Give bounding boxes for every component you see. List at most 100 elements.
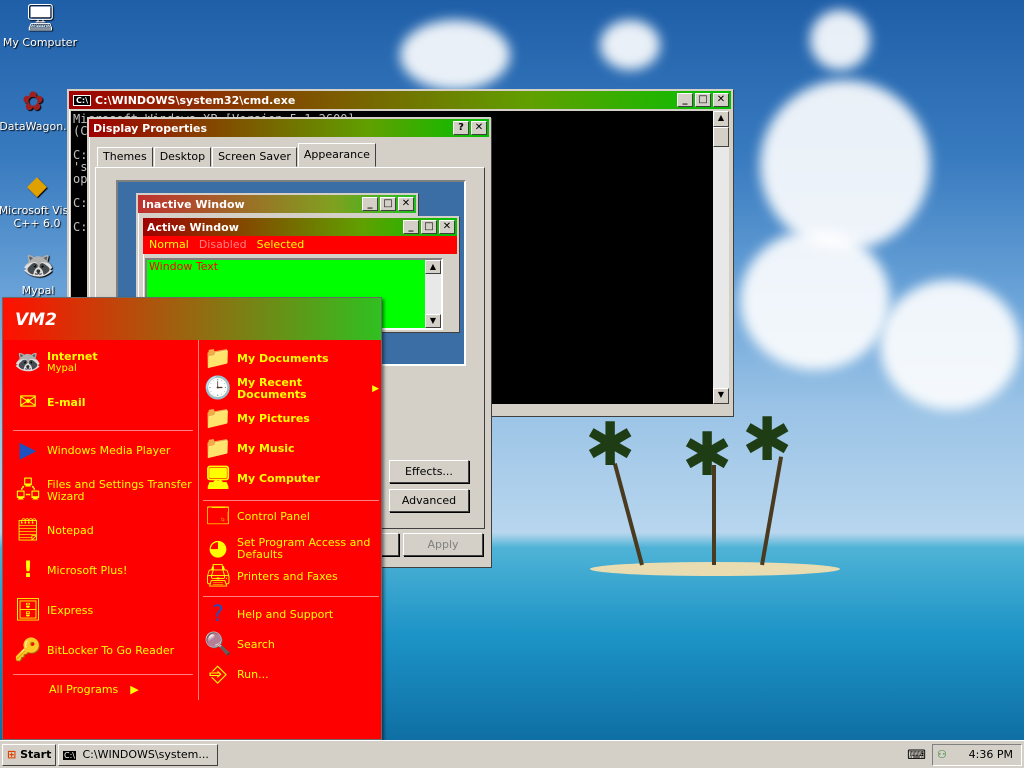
desktop-icon-my-computer[interactable]: 🖥 My Computer — [0, 2, 80, 49]
recent-documents-icon: 🕒 — [204, 376, 232, 401]
separator — [13, 674, 193, 675]
program-defaults-icon: ◕ — [208, 536, 228, 561]
start-menu: VM2 🦝 Internet Mypal ✉ E-mail ▶ Windows M… — [2, 297, 382, 740]
transfer-wizard-icon: 🖧 — [15, 478, 41, 503]
windows-logo-icon: ⊞ — [7, 748, 17, 761]
desktop-icon-label: My Computer — [2, 36, 78, 49]
cmd-titlebar[interactable]: C:\ C:\WINDOWS\system32\cmd.exe _ □ ✕ — [69, 91, 731, 109]
cloud — [600, 20, 660, 70]
all-programs-button[interactable]: All Programs ▶ — [49, 684, 139, 696]
start-item-label: My Recent Documents — [237, 376, 307, 401]
run-icon: ⎆ — [209, 662, 227, 687]
start-item-label: Control Panel — [237, 510, 310, 523]
display-properties-titlebar[interactable]: Display Properties ? ✕ — [89, 119, 489, 137]
tab-screen-saver[interactable]: Screen Saver — [212, 147, 297, 167]
separator — [203, 500, 379, 501]
tab-appearance[interactable]: Appearance — [297, 143, 376, 167]
taskbar-button-cmd[interactable]: C:\ C:\WINDOWS\system... — [58, 744, 218, 766]
cloud — [740, 230, 890, 370]
start-item-control-panel[interactable]: 🗔 Control Panel — [203, 502, 310, 532]
separator — [203, 596, 379, 597]
help-icon: ? — [212, 602, 224, 627]
preview-menu-selected: Selected — [256, 238, 305, 251]
start-item-microsoft-plus[interactable]: ! Microsoft Plus! — [13, 556, 127, 586]
maximize-button[interactable]: □ — [695, 93, 711, 107]
start-item-my-computer[interactable]: 🖥 My Computer — [203, 464, 320, 494]
arrow-right-icon: ▶ — [130, 683, 139, 696]
start-item-program-defaults[interactable]: ◕ Set Program Access and Defaults — [203, 534, 379, 564]
desktop: ✱ ✱ ✱ 🖥 My Computer ✿ DataWagon. ◆ Micro… — [0, 0, 1024, 740]
start-item-email[interactable]: ✉ E-mail — [13, 388, 86, 418]
cmd-icon: C:\ — [63, 751, 76, 760]
separator — [13, 430, 193, 431]
start-item-my-pictures[interactable]: 📁 My Pictures — [203, 404, 310, 434]
effects-button[interactable]: Effects... — [389, 460, 469, 483]
taskbar: ⊞ Start C:\ C:\WINDOWS\system... ⌨ ⚇ 4:3… — [0, 740, 1024, 768]
desktop-icon-label: Microsoft Visu C++ 6.0 — [0, 204, 76, 230]
start-item-my-documents[interactable]: 📁 My Documents — [203, 344, 328, 374]
start-item-transfer-wizard[interactable]: 🖧 Files and Settings Transfer Wizard — [13, 476, 193, 506]
taskbar-button-label: C:\WINDOWS\system... — [82, 748, 209, 761]
cloud — [760, 80, 930, 250]
start-item-label: Printers and Faxes — [237, 570, 338, 583]
cloud — [810, 10, 870, 70]
apply-label: Apply — [427, 538, 459, 551]
start-item-iexpress[interactable]: 🗄 IExpress — [13, 596, 93, 626]
start-item-printers[interactable]: 🖨 Printers and Faxes — [203, 562, 338, 592]
start-item-notepad[interactable]: 🗒 Notepad — [13, 516, 94, 546]
help-button[interactable]: ? — [453, 121, 469, 135]
preview-active-title: Active Window — [147, 220, 239, 234]
advanced-button[interactable]: Advanced — [389, 489, 469, 512]
clock[interactable]: 4:36 PM — [969, 748, 1013, 761]
start-item-label: BitLocker To Go Reader — [47, 644, 175, 657]
start-item-my-music[interactable]: 📁 My Music — [203, 434, 294, 464]
start-item-label: Search — [237, 638, 275, 651]
start-item-search[interactable]: 🔍 Search — [203, 630, 275, 660]
preview-inactive-titlebar: Inactive Window _ □ ✕ — [138, 195, 416, 213]
start-item-bitlocker[interactable]: 🔑 BitLocker To Go Reader — [13, 636, 174, 666]
start-item-label: Run... — [237, 668, 269, 681]
tab-desktop[interactable]: Desktop — [153, 147, 212, 167]
start-item-label: Windows Media Player — [47, 444, 171, 457]
music-folder-icon: 📁 — [204, 436, 232, 461]
close-button[interactable]: ✕ — [471, 121, 487, 135]
start-item-label: IExpress — [47, 604, 94, 617]
start-button[interactable]: ⊞ Start — [2, 744, 56, 766]
minimize-button[interactable]: _ — [677, 93, 693, 107]
iexpress-icon: 🗄 — [14, 598, 42, 623]
cmd-icon: C:\ — [73, 94, 91, 106]
preview-inactive-title: Inactive Window — [142, 197, 245, 211]
preview-menu-disabled: Disabled — [198, 238, 247, 251]
documents-folder-icon: 📁 — [204, 346, 232, 371]
mypal-icon: 🦝 — [22, 251, 55, 281]
scroll-up-icon[interactable]: ▲ — [713, 111, 729, 127]
start-item-recent-documents[interactable]: 🕒 My Recent Documents ▶ — [203, 374, 379, 404]
control-panel-icon: 🗔 — [206, 504, 230, 529]
system-tray: ⚇ 4:36 PM — [932, 744, 1022, 766]
network-icon[interactable]: ⚇ — [937, 745, 947, 765]
scroll-down-icon[interactable]: ▼ — [713, 388, 729, 404]
plus-icon: ! — [22, 558, 34, 583]
apply-button[interactable]: Apply — [403, 533, 483, 556]
close-button[interactable]: ✕ — [713, 93, 729, 107]
preview-scrollbar: ▲ ▼ — [425, 260, 441, 328]
desktop-icon-label: DataWagon. — [0, 120, 67, 133]
start-item-label: Microsoft Plus! — [47, 564, 128, 577]
preview-active-titlebar: Active Window _ □ ✕ — [143, 218, 457, 236]
scroll-thumb[interactable] — [713, 127, 729, 147]
start-item-help[interactable]: ? Help and Support — [203, 600, 333, 630]
desktop-icon-datawagon[interactable]: ✿ DataWagon. — [0, 86, 73, 133]
start-item-media-player[interactable]: ▶ Windows Media Player — [13, 436, 171, 466]
search-icon: 🔍 — [204, 632, 232, 657]
cmd-scrollbar[interactable]: ▲ ▼ — [713, 111, 729, 404]
bitlocker-icon: 🔑 — [14, 638, 42, 663]
start-label: Start — [20, 748, 52, 761]
start-item-run[interactable]: ⎆ Run... — [203, 660, 269, 690]
start-item-internet[interactable]: 🦝 Internet Mypal — [13, 348, 97, 378]
desktop-icon-visual-cpp[interactable]: ◆ Microsoft Visu C++ 6.0 — [0, 170, 76, 230]
printer-icon: 🖨 — [204, 564, 232, 589]
all-programs-label: All Programs — [49, 683, 119, 696]
keyboard-icon[interactable]: ⌨ — [907, 748, 926, 763]
preview-menubar: Normal Disabled Selected — [143, 236, 457, 254]
tab-themes[interactable]: Themes — [97, 147, 153, 167]
